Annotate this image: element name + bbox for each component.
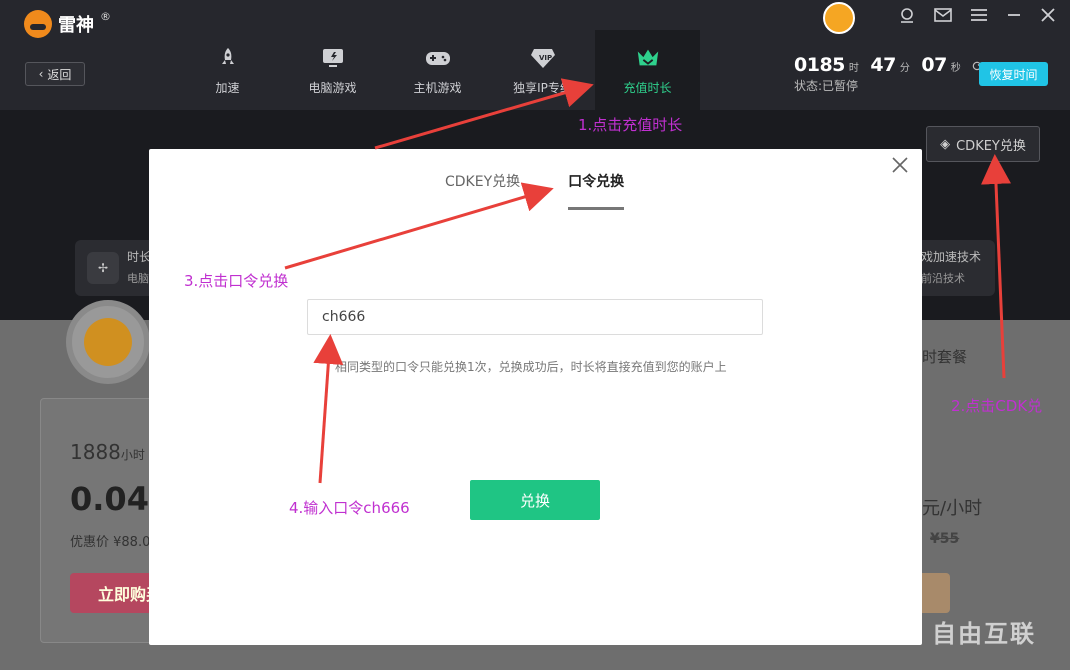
svg-text:VIP: VIP <box>539 54 552 62</box>
nav-label: 主机游戏 <box>413 80 462 95</box>
package-discount: 优惠价 ¥88.0 <box>70 535 150 550</box>
annotation-step4: 4.输入口令ch666 <box>289 499 410 517</box>
crown-icon <box>635 45 661 71</box>
cdkey-redeem-button[interactable]: ◈ CDKEY兑换 <box>926 126 1040 162</box>
nav-item-recharge[interactable]: 充值时长 <box>595 30 700 110</box>
back-label: 返回 <box>47 67 72 82</box>
nav-label: 充值时长 <box>623 80 672 95</box>
feature-title: 戏加速技术 <box>921 250 982 264</box>
rocket-icon <box>215 45 241 71</box>
support-icon[interactable] <box>898 6 916 28</box>
nav-label: 电脑游戏 <box>308 80 357 95</box>
top-bar: 雷神 ® ‹ 返回 加速 电脑游戏 主机游戏 VIP 独享IP专线 充值时长 0… <box>0 0 1070 110</box>
main-nav: 加速 电脑游戏 主机游戏 VIP 独享IP专线 充值时长 <box>175 30 700 110</box>
redeem-button[interactable]: 兑换 <box>470 480 600 520</box>
feature-sub: 电脑 <box>127 272 149 285</box>
price-unit: 元/小时 <box>922 498 983 519</box>
timer-minutes-unit: 分 <box>899 63 910 74</box>
package-hours: 1888小时 <box>70 440 145 464</box>
annotation-step2: 2.点击CDK兑 <box>951 397 1043 415</box>
logo-icon <box>24 10 52 38</box>
timer-hours-unit: 时 <box>848 63 859 74</box>
package-price: 0.047 <box>70 480 150 518</box>
close-icon[interactable] <box>1040 7 1056 27</box>
nav-item-boost[interactable]: 加速 <box>175 30 280 110</box>
original-price: ¥55 <box>930 531 960 547</box>
mail-icon[interactable] <box>934 7 952 27</box>
redeem-dialog: CDKEY兑换 口令兑换 相同类型的口令只能兑换1次，兑换成功后，时长将直接充值… <box>149 149 922 645</box>
hours-unit: 小时 <box>120 448 145 462</box>
feature-title: 时长 <box>127 250 152 264</box>
timer-seconds: 07 <box>921 54 947 76</box>
gamepad-icon <box>425 45 451 71</box>
watermark-text: 自由互联 <box>932 620 1036 648</box>
nav-item-console-games[interactable]: 主机游戏 <box>385 30 490 110</box>
feature-icon: ✢ <box>87 252 119 284</box>
registered-mark: ® <box>100 9 111 23</box>
annotation-step1: 1.点击充值时长 <box>578 116 683 134</box>
chevron-left-icon: ‹ <box>38 67 44 81</box>
window-controls <box>898 6 1056 28</box>
pause-status: 状态:已暂停 <box>794 79 859 93</box>
annotation-step3: 3.点击口令兑换 <box>184 272 289 290</box>
redeem-tabs: CDKEY兑换 口令兑换 <box>445 171 625 210</box>
nav-label: 独享IP专线 <box>513 80 572 95</box>
nav-label: 加速 <box>215 80 240 95</box>
redeem-hint: 相同类型的口令只能兑换1次，兑换成功后，时长将直接充值到您的账户上 <box>335 360 727 374</box>
timer-seconds-unit: 秒 <box>950 63 961 74</box>
timer-hours: 0185 <box>794 54 845 76</box>
mascot-image <box>66 300 150 384</box>
menu-icon[interactable] <box>970 7 988 27</box>
close-icon[interactable] <box>890 155 910 175</box>
buy-now-button[interactable]: 立即购买 <box>70 573 160 613</box>
user-avatar[interactable] <box>823 2 855 34</box>
tab-passcode[interactable]: 口令兑换 <box>568 171 625 210</box>
nav-item-pc-games[interactable]: 电脑游戏 <box>280 30 385 110</box>
app-logo: 雷神 ® <box>24 10 111 38</box>
package-type-label: 时套餐 <box>922 348 968 366</box>
passcode-input[interactable] <box>307 299 763 335</box>
timer-minutes: 47 <box>870 54 896 76</box>
right-buy-button[interactable] <box>922 573 950 613</box>
remaining-time: 0185 时 47 分 07 秒 ⟳ <box>794 54 984 76</box>
logo-text: 雷神 <box>58 15 94 36</box>
ticket-icon: ◈ <box>940 136 951 152</box>
tab-cdkey[interactable]: CDKEY兑换 <box>445 171 520 210</box>
pc-game-icon <box>320 45 346 71</box>
restore-time-button[interactable]: 恢复时间 <box>979 62 1048 86</box>
back-button[interactable]: ‹ 返回 <box>25 62 85 86</box>
cdkey-label: CDKEY兑换 <box>956 138 1026 154</box>
feature-sub: 前沿技术 <box>921 272 965 285</box>
minimize-icon[interactable] <box>1006 7 1022 27</box>
hours-value: 1888 <box>70 440 121 464</box>
nav-item-dedicated-ip[interactable]: VIP 独享IP专线 <box>490 30 595 110</box>
vip-icon: VIP <box>530 45 556 71</box>
